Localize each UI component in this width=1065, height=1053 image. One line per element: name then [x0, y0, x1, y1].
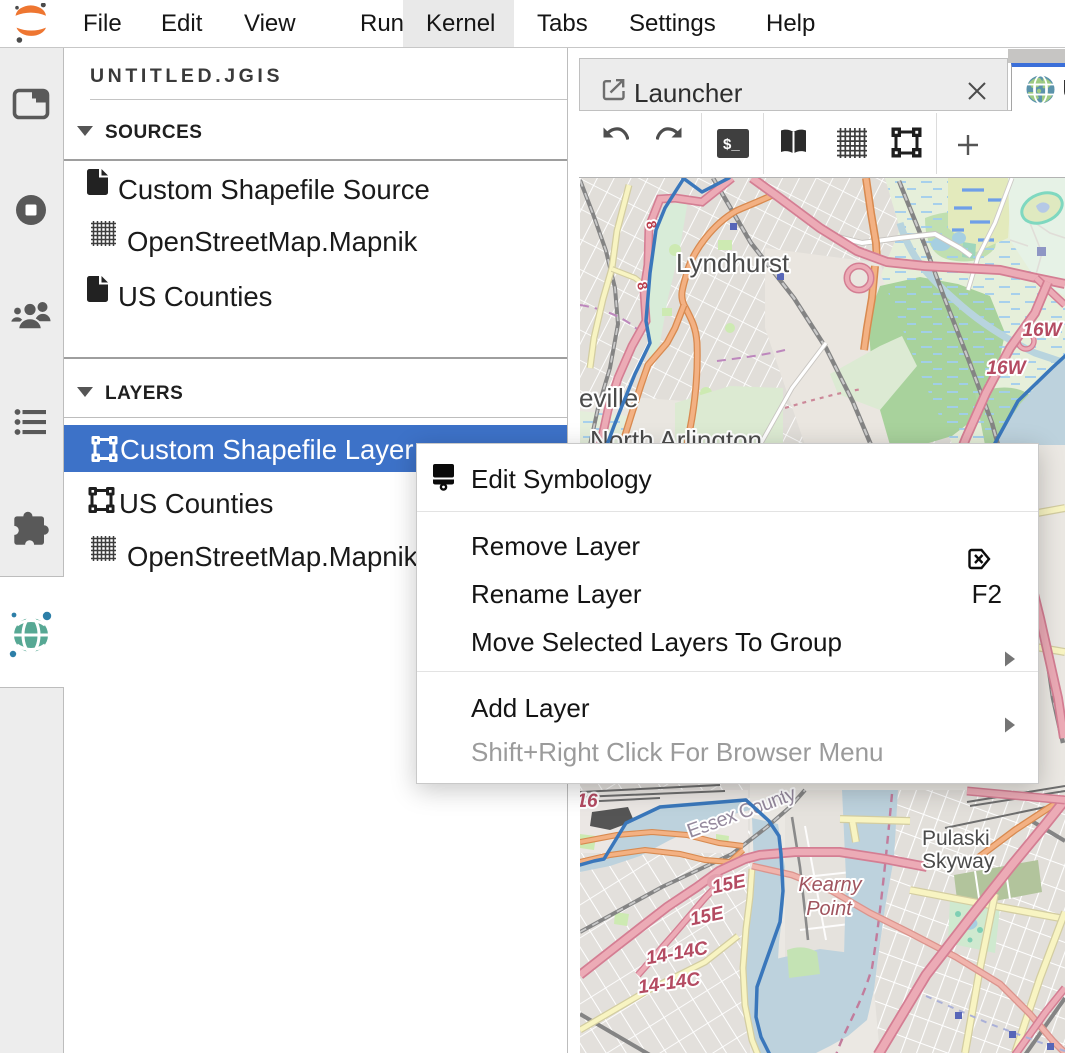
svg-text:Lyndhurst: Lyndhurst — [676, 248, 790, 278]
svg-text:$_: $_ — [723, 136, 740, 153]
svg-text:Skyway: Skyway — [922, 850, 995, 873]
svg-text:16W: 16W — [1022, 320, 1063, 341]
svg-text:16: 16 — [580, 791, 598, 812]
svg-text:Point: Point — [806, 898, 853, 920]
svg-text:Kearny: Kearny — [798, 874, 862, 896]
svg-text:Pulaski: Pulaski — [922, 827, 990, 850]
svg-text:16W: 16W — [986, 358, 1027, 379]
